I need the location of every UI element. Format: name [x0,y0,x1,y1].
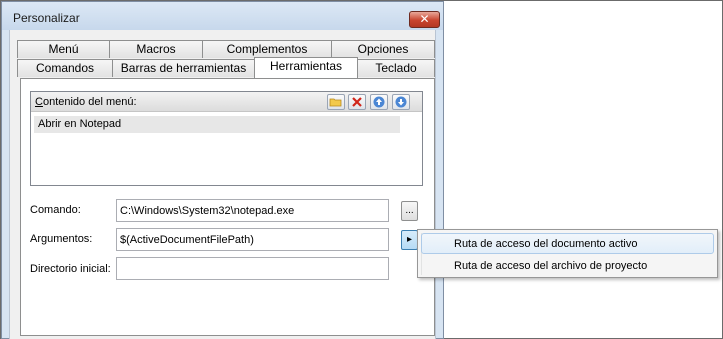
arguments-label: Argumentos: [30,233,93,245]
tab-label: Teclado [375,61,417,75]
menu-contents-label: Contenido del menú: [35,96,137,108]
folder-icon [329,98,342,107]
command-label: Comando: [30,204,81,216]
close-icon: ✕ [419,12,430,26]
menu-contents-list[interactable]: Contenido del menú: Abrir en Notepad [30,91,423,186]
move-up-icon [373,96,385,108]
title-bar[interactable]: Personalizar ✕ [2,2,443,30]
arguments-input[interactable]: $(ActiveDocumentFilePath) [116,228,389,251]
arrow-right-icon: ▸ [406,234,413,245]
move-down-icon [395,96,407,108]
delete-button[interactable] [348,94,366,110]
add-folder-button[interactable] [327,94,345,110]
menu-item-active-document-path[interactable]: Ruta de acceso del documento activo [421,233,714,254]
window-title: Personalizar [13,11,80,25]
tab-complementos[interactable]: Complementos [202,40,332,58]
tab-barras-de-herramientas[interactable]: Barras de herramientas [112,59,255,77]
tab-menu[interactable]: Menú [17,40,110,58]
menu-item-project-file-path[interactable]: Ruta de acceso del archivo de proyecto [421,255,714,276]
initial-directory-label: Directorio inicial: [30,263,111,275]
tab-comandos[interactable]: Comandos [17,59,113,77]
tab-label: Macros [136,42,176,56]
label-text: ontenido del menú: [42,96,137,108]
tab-teclado[interactable]: Teclado [357,59,435,77]
move-down-button[interactable] [392,94,410,110]
initial-directory-input[interactable] [116,257,389,280]
list-header: Contenido del menú: [31,92,422,112]
tab-label: Menú [48,42,79,56]
tab-label: Complementos [226,42,308,56]
tab-herramientas[interactable]: Herramientas [254,57,358,78]
arguments-menu-button[interactable]: ▸ [401,230,418,250]
label-accelerator: C [35,96,43,108]
tab-macros[interactable]: Macros [109,40,203,58]
move-up-button[interactable] [370,94,388,110]
tab-opciones[interactable]: Opciones [331,40,435,58]
list-item[interactable]: Abrir en Notepad [34,116,400,133]
command-input[interactable]: C:\Windows\System32\notepad.exe [116,199,389,222]
ellipsis-icon: ... [405,205,414,216]
delete-icon [352,97,362,107]
arguments-popup-menu: Ruta de acceso del documento activo Ruta… [417,229,718,278]
tab-label: Comandos [35,61,95,75]
tab-label: Herramientas [269,59,343,73]
browse-button[interactable]: ... [401,201,418,221]
list-item-label: Abrir en Notepad [38,118,122,130]
tab-label: Barras de herramientas [120,61,247,75]
tab-label: Opciones [357,42,409,56]
close-button[interactable]: ✕ [409,11,440,28]
